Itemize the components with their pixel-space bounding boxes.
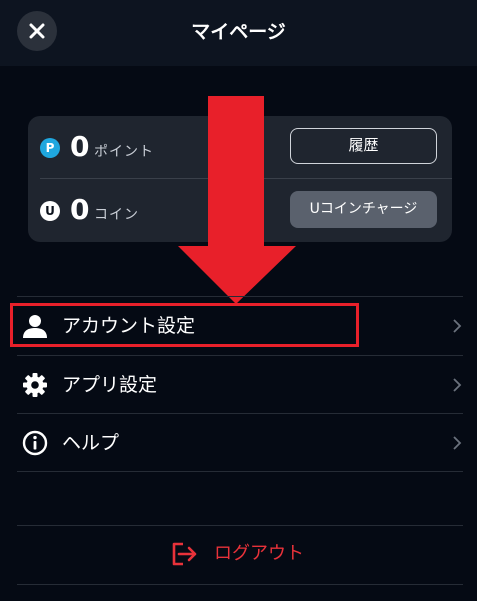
bottom-divider	[17, 584, 463, 585]
logout-divider	[17, 525, 463, 526]
menu-item-label: ヘルプ	[62, 432, 120, 454]
close-button[interactable]	[17, 11, 57, 51]
red-arrow-annotation	[178, 96, 296, 304]
history-button[interactable]: 履歴	[290, 128, 437, 164]
logout-icon	[172, 542, 197, 566]
menu-item-help[interactable]: ヘルプ	[0, 414, 477, 472]
close-icon	[29, 23, 45, 39]
points-unit: ポイント	[94, 144, 154, 160]
info-icon	[22, 430, 48, 456]
chevron-right-icon	[453, 378, 462, 392]
header-bar: マイページ	[0, 0, 477, 66]
coins-amount: 0	[70, 193, 90, 226]
menu-item-label: アプリ設定	[62, 374, 158, 396]
menu-item-app-settings[interactable]: アプリ設定	[0, 356, 477, 414]
gear-icon	[23, 373, 47, 397]
chevron-right-icon	[453, 436, 462, 450]
points-amount: 0	[70, 130, 90, 163]
coin-charge-button[interactable]: Uコインチャージ	[290, 191, 437, 228]
coin-badge-icon: U	[40, 201, 60, 221]
chevron-right-icon	[453, 319, 462, 333]
page-title: マイページ	[191, 21, 286, 43]
point-badge-icon: P	[40, 138, 60, 158]
logout-label: ログアウト	[214, 543, 304, 564]
coins-unit: コイン	[94, 207, 139, 223]
highlight-box-annotation	[10, 303, 359, 347]
menu-divider	[17, 471, 463, 472]
